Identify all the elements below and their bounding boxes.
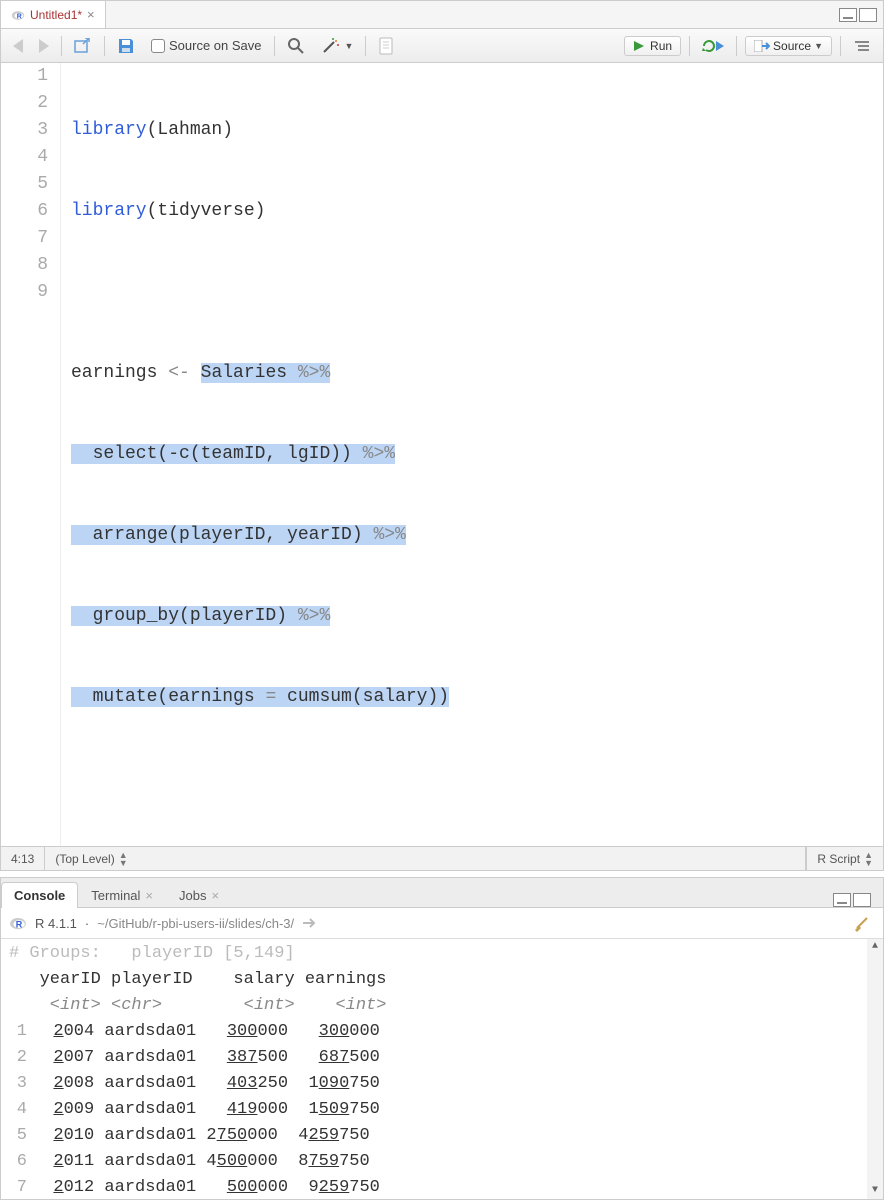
svg-text:R: R: [16, 920, 23, 930]
window-buttons: [839, 8, 883, 22]
compile-report-button[interactable]: [374, 35, 398, 57]
table-row: 5 2010 aardsda01 2750000 4259750: [9, 1123, 875, 1149]
forward-button[interactable]: [35, 37, 53, 55]
tab-terminal[interactable]: Terminal×: [78, 882, 166, 908]
editor-toolbar: Source on Save ▼ Run Source: [1, 29, 883, 63]
tab-console[interactable]: Console: [1, 882, 78, 908]
console-tabstrip: Console Terminal× Jobs×: [1, 878, 883, 908]
broom-icon: [853, 914, 871, 932]
save-icon: [117, 37, 135, 55]
console-header-row: yearID playerID salary earnings: [9, 967, 875, 993]
minimize-button[interactable]: [839, 8, 857, 22]
chevron-down-icon: ▼: [814, 41, 823, 51]
wand-icon: [321, 37, 341, 55]
table-row: 7 2012 aardsda01 500000 9259750: [9, 1175, 875, 1199]
updown-icon: ▲▼: [864, 851, 873, 867]
editor-tab-untitled1[interactable]: R Untitled1* ×: [1, 1, 106, 28]
table-row: 2 2007 aardsda01 387500 687500: [9, 1045, 875, 1071]
vertical-scrollbar[interactable]: ▲ ▼: [867, 939, 883, 1199]
close-icon[interactable]: ×: [87, 7, 95, 22]
close-icon[interactable]: ×: [145, 888, 153, 903]
code-tools-button[interactable]: ▼: [317, 35, 358, 57]
console-infobar: R R 4.1.1 · ~/GitHub/r-pbi-users-ii/slid…: [1, 908, 883, 939]
line-gutter: 1 2 3 4 5 6 7 8 9: [1, 63, 61, 846]
popout-icon: [74, 38, 92, 54]
tab-jobs[interactable]: Jobs×: [166, 882, 232, 908]
working-dir[interactable]: ~/GitHub/r-pbi-users-ii/slides/ch-3/: [97, 916, 294, 931]
console-pane: Console Terminal× Jobs× R R 4.1.1 · ~/Gi…: [0, 877, 884, 1200]
scope-selector[interactable]: (Top Level) ▲▼: [45, 847, 806, 870]
notebook-icon: [378, 37, 394, 55]
checkbox-icon: [151, 39, 165, 53]
editor-statusbar: 4:13 (Top Level) ▲▼ R Script ▲▼: [1, 846, 883, 870]
source-pane: R Untitled1* × Source on Save ▼: [0, 0, 884, 871]
maximize-button[interactable]: [853, 893, 871, 907]
code-editor[interactable]: 1 2 3 4 5 6 7 8 9 library(Lahman) librar…: [1, 63, 883, 846]
find-button[interactable]: [283, 35, 309, 57]
table-row: 3 2008 aardsda01 403250 1090750: [9, 1071, 875, 1097]
close-icon[interactable]: ×: [211, 888, 219, 903]
code-area[interactable]: library(Lahman) library(tidyverse) earni…: [61, 63, 883, 846]
save-button[interactable]: [113, 35, 139, 57]
minimize-button[interactable]: [833, 893, 851, 907]
table-row: 6 2011 aardsda01 4500000 8759750: [9, 1149, 875, 1175]
console-output[interactable]: # Groups: playerID [5,149] yearID player…: [1, 939, 883, 1199]
updown-icon: ▲▼: [119, 851, 128, 867]
source-icon: [754, 40, 770, 52]
scroll-down-icon[interactable]: ▼: [867, 1183, 883, 1199]
cursor-position: 4:13: [1, 847, 45, 870]
run-label: Run: [650, 39, 672, 53]
editor-tabbar: R Untitled1* ×: [1, 1, 883, 29]
window-buttons: [833, 893, 877, 907]
scroll-up-icon[interactable]: ▲: [867, 939, 883, 955]
goto-dir-icon[interactable]: [302, 917, 316, 929]
r-file-icon: R: [11, 8, 25, 22]
console-line: # Groups: playerID [5,149]: [9, 941, 875, 967]
back-button[interactable]: [9, 37, 27, 55]
console-types-row: <int> <chr> <int> <int>: [9, 993, 875, 1019]
source-label: Source: [773, 39, 811, 53]
maximize-button[interactable]: [859, 8, 877, 22]
source-on-save-label: Source on Save: [169, 38, 262, 53]
outline-icon: [853, 39, 871, 53]
rerun-button[interactable]: [698, 37, 728, 55]
chevron-down-icon: ▼: [345, 41, 354, 51]
table-row: 1 2004 aardsda01 300000 300000: [9, 1019, 875, 1045]
language-selector[interactable]: R Script ▲▼: [806, 847, 883, 870]
rerun-icon: [702, 39, 724, 53]
table-row: 4 2009 aardsda01 419000 1509750: [9, 1097, 875, 1123]
editor-tab-title: Untitled1*: [30, 8, 82, 22]
svg-text:R: R: [17, 13, 22, 20]
run-icon: [633, 40, 647, 52]
run-button[interactable]: Run: [624, 36, 681, 56]
outline-button[interactable]: [849, 37, 875, 55]
r-version: R 4.1.1: [35, 916, 77, 931]
source-on-save-toggle[interactable]: Source on Save: [147, 36, 266, 55]
show-in-new-window-button[interactable]: [70, 36, 96, 56]
source-button[interactable]: Source ▼: [745, 36, 832, 56]
r-logo-icon: R: [9, 914, 27, 932]
search-icon: [287, 37, 305, 55]
clear-console-button[interactable]: [849, 912, 875, 934]
